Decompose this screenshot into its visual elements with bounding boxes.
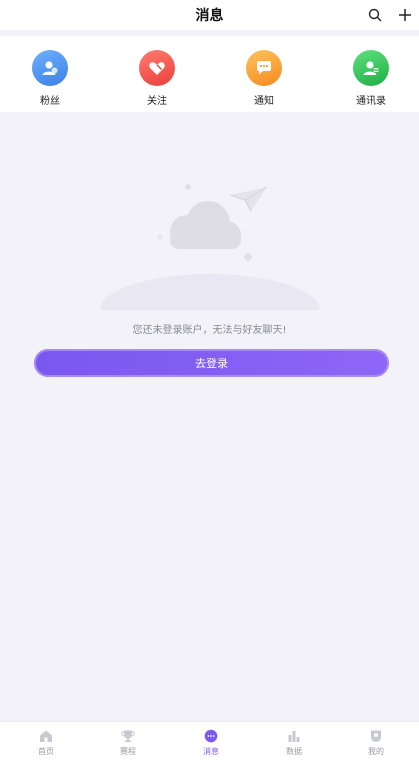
- search-icon[interactable]: [367, 7, 383, 23]
- quick-action-contacts[interactable]: 通讯录: [341, 50, 401, 107]
- tab-data[interactable]: 数据: [264, 728, 324, 757]
- tab-label: 赛程: [120, 747, 136, 756]
- quick-action-follow[interactable]: 关注: [127, 50, 187, 107]
- empty-state-message: 您还未登录账户，无法与好友聊天!: [132, 325, 287, 336]
- quick-action-label: 通知: [254, 96, 274, 107]
- quick-action-label: 关注: [147, 96, 167, 107]
- tab-messages[interactable]: 消息: [181, 728, 241, 757]
- user-icon: [32, 50, 68, 86]
- trophy-icon: [120, 728, 136, 744]
- heart-icon: [139, 50, 175, 86]
- profile-icon: [368, 728, 384, 744]
- page-title: 消息: [195, 8, 224, 24]
- empty-state-illustration: [95, 175, 325, 346]
- bottom-tab-bar: 首页 赛程 消息 数据 我的: [0, 721, 419, 763]
- quick-action-label: 通讯录: [356, 96, 386, 107]
- login-button[interactable]: 去登录: [34, 349, 389, 377]
- chat-icon: [246, 50, 282, 86]
- header-actions: [367, 0, 413, 30]
- quick-action-notice[interactable]: 通知: [234, 50, 294, 107]
- tab-label: 数据: [286, 747, 302, 756]
- chart-icon: [286, 728, 302, 744]
- quick-actions: 粉丝 关注 通知 通讯录: [0, 36, 419, 112]
- tab-schedule[interactable]: 赛程: [98, 728, 158, 757]
- tab-profile[interactable]: 我的: [346, 728, 406, 757]
- quick-action-fans[interactable]: 粉丝: [20, 50, 80, 107]
- tab-label: 我的: [368, 747, 384, 756]
- contacts-icon: [353, 50, 389, 86]
- tab-home[interactable]: 首页: [16, 728, 76, 757]
- quick-action-label: 粉丝: [40, 96, 60, 107]
- home-icon: [38, 728, 54, 744]
- plus-icon[interactable]: [397, 7, 413, 23]
- tab-label: 首页: [38, 747, 54, 756]
- tab-label: 消息: [203, 747, 219, 756]
- message-icon: [203, 728, 219, 744]
- top-bar: 消息: [0, 0, 419, 30]
